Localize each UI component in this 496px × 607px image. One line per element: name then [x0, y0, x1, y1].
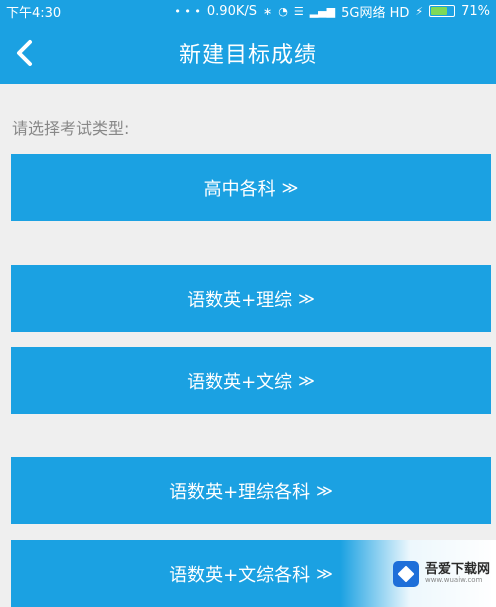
bluetooth-icon: ∗ — [263, 4, 273, 18]
double-chevron-right-icon: ≫ — [298, 289, 315, 308]
watermark-url: www.wuaiw.com — [424, 575, 483, 584]
option-label: 语数英+文综 — [187, 371, 293, 393]
site-watermark: 吾爱下载网 www.wuaiw.com — [340, 540, 496, 607]
double-chevron-right-icon: ≫ — [281, 178, 299, 197]
option-label: 语数英+理综各科 — [169, 481, 311, 503]
network-type: 5G网络 HD — [341, 5, 410, 21]
page-title: 新建目标成绩 — [178, 43, 317, 68]
wifi-icon: ☰ — [293, 4, 304, 18]
notification-dots-icon: • • • — [174, 4, 201, 18]
network-speed: 0.90K/S — [206, 3, 257, 19]
signal-icon: ▂▄▆ — [309, 4, 336, 18]
charging-icon: ⚡ — [415, 4, 424, 18]
watermark-logo-icon — [392, 560, 419, 587]
battery-fill — [431, 7, 447, 15]
option-chinese-math-english-science[interactable]: 语数英+理综 ≫ — [11, 265, 491, 332]
status-time: 下午4:30 — [6, 5, 62, 21]
option-chinese-math-english-arts[interactable]: 语数英+文综 ≫ — [11, 347, 491, 414]
double-chevron-right-icon: ≫ — [316, 564, 333, 583]
double-chevron-right-icon: ≫ — [298, 371, 315, 390]
option-chinese-math-english-science-subjects[interactable]: 语数英+理综各科 ≫ — [11, 457, 491, 524]
title-bar: 新建目标成绩 — [0, 22, 496, 84]
status-indicators: • • • 0.90K/S ∗ ◔ ☰ ▂▄▆ 5G网络 HD ⚡ 71% — [174, 2, 490, 21]
alarm-icon: ◔ — [278, 4, 288, 18]
back-chevron-icon[interactable] — [10, 37, 40, 69]
watermark-title: 吾爱下载网 — [424, 561, 490, 577]
battery-percent: 71% — [461, 3, 490, 19]
watermark-text: 吾爱下载网 www.wuaiw.com — [424, 561, 490, 585]
exam-type-prompt: 请选择考试类型: — [12, 119, 130, 138]
battery-icon — [429, 5, 456, 17]
option-label: 语数英+理综 — [187, 289, 293, 311]
option-label: 语数英+文综各科 — [169, 564, 311, 586]
option-label: 高中各科 — [203, 178, 276, 200]
status-bar: 下午4:30 • • • 0.90K/S ∗ ◔ ☰ ▂▄▆ 5G网络 HD ⚡… — [0, 0, 496, 22]
double-chevron-right-icon: ≫ — [316, 481, 333, 500]
option-high-school-all-subjects[interactable]: 高中各科 ≫ — [11, 154, 491, 221]
